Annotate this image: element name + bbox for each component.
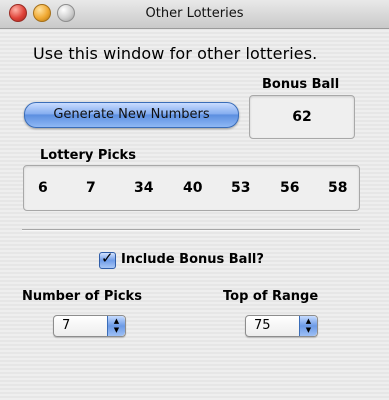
number-of-picks-label: Number of Picks [22, 289, 142, 304]
bonus-ball-field: 62 [249, 95, 355, 139]
window-title: Other Lotteries [145, 6, 244, 21]
bonus-ball-value: 62 [292, 109, 312, 125]
top-of-range-value: 75 [254, 318, 271, 333]
pick-value: 34 [134, 180, 154, 196]
pick-value: 6 [38, 180, 48, 196]
separator [22, 229, 360, 231]
pick-value: 56 [280, 180, 300, 196]
number-of-picks-popup[interactable]: 7 ▲ ▼ [53, 315, 126, 337]
include-bonus-ball-label[interactable]: Include Bonus Ball? [121, 252, 264, 267]
instructions-text: Use this window for other lotteries. [33, 44, 318, 63]
other-lotteries-window: Other Lotteries Use this window for othe… [0, 0, 389, 400]
up-down-arrows-icon: ▲ ▼ [299, 316, 317, 336]
top-of-range-label: Top of Range [223, 289, 319, 304]
pick-value: 58 [328, 180, 348, 196]
number-of-picks-value: 7 [62, 318, 71, 333]
pick-value: 53 [231, 180, 251, 196]
pick-value: 40 [183, 180, 203, 196]
up-down-arrows-icon: ▲ ▼ [107, 316, 125, 336]
lottery-picks-field: 6 7 34 40 53 56 58 [23, 165, 360, 211]
bonus-ball-label: Bonus Ball [262, 77, 340, 92]
checkmark-icon: ✓ [101, 249, 114, 267]
top-of-range-popup[interactable]: 75 ▲ ▼ [245, 315, 318, 337]
generate-new-numbers-button[interactable]: Generate New Numbers [24, 102, 239, 128]
include-bonus-ball-checkbox[interactable]: ✓ [99, 249, 116, 269]
title-bar[interactable]: Other Lotteries [0, 0, 389, 29]
pick-value: 7 [86, 180, 96, 196]
lottery-picks-label: Lottery Picks [40, 148, 136, 163]
